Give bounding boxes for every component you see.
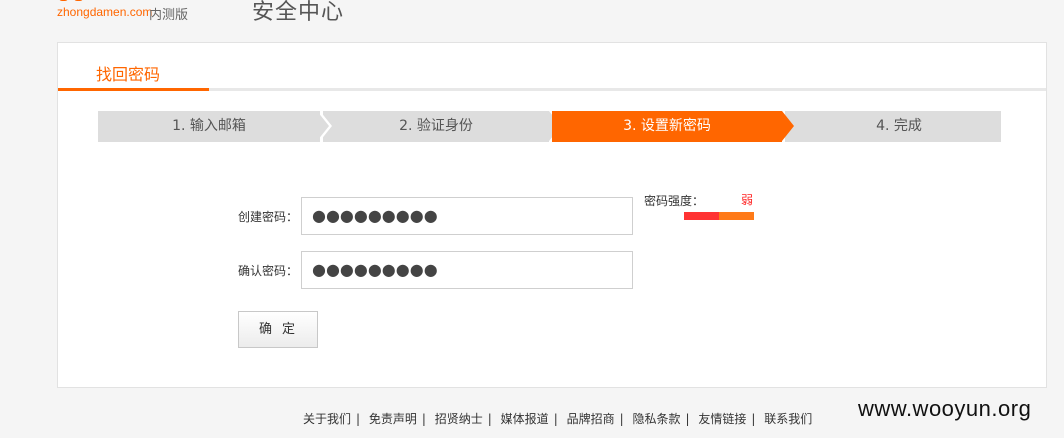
footer-separator: | <box>487 412 492 426</box>
main-panel: 找回密码 1. 输入邮箱 2. 验证身份 3. 设置新密码 4. 完成 创建密码… <box>57 42 1047 388</box>
footer-link-privacy[interactable]: 隐私条款 <box>632 412 680 426</box>
tab-recover-password[interactable]: 找回密码 <box>58 43 209 91</box>
page-title: 安全中心 <box>252 0 345 25</box>
confirm-button[interactable]: 确定 <box>238 311 318 348</box>
step-1: 1. 输入邮箱 <box>98 111 320 142</box>
footer-separator: | <box>751 412 756 426</box>
step-label: 2. 验证身份 <box>399 118 473 134</box>
new-password-field[interactable]: ●●●●●●●●● <box>301 197 633 235</box>
new-password-label: 创建密码： <box>238 210 299 224</box>
confirm-password-label: 确认密码： <box>238 264 299 278</box>
step-progress: 1. 输入邮箱 2. 验证身份 3. 设置新密码 4. 完成 <box>98 111 1001 142</box>
footer-link-disclaimer[interactable]: 免责声明 <box>369 412 417 426</box>
tab-bar: 找回密码 <box>58 43 1046 91</box>
footer-link-brand[interactable]: 品牌招商 <box>567 412 615 426</box>
strength-label: 密码强度： <box>644 194 705 208</box>
step-label: 1. 输入邮箱 <box>172 118 246 134</box>
logo-domain: zhongdamen.com <box>57 5 153 19</box>
watermark: www.wooyun.org <box>858 396 1032 421</box>
step-arrow-active <box>782 111 794 141</box>
footer-separator: | <box>356 412 361 426</box>
confirm-password-field[interactable]: ●●●●●●●●● <box>301 251 633 289</box>
strength-value: 弱 <box>741 193 754 207</box>
footer-link-about[interactable]: 关于我们 <box>303 412 351 426</box>
footer-separator: | <box>421 412 426 426</box>
step-arrow <box>317 111 329 141</box>
site-header: zhongdamen.com 内测版 安全中心 <box>0 0 1064 40</box>
step-label: 4. 完成 <box>876 118 922 134</box>
footer-link-media[interactable]: 媒体报道 <box>501 412 549 426</box>
strength-meter <box>684 212 754 220</box>
footer-link-careers[interactable]: 招贤纳士 <box>435 412 483 426</box>
footer-link-contact[interactable]: 联系我们 <box>764 412 812 426</box>
step-3-active: 3. 设置新密码 <box>552 111 782 142</box>
step-4: 4. 完成 <box>785 111 1001 142</box>
footer-link-friends[interactable]: 友情链接 <box>698 412 746 426</box>
footer-separator: | <box>619 412 624 426</box>
step-2: 2. 验证身份 <box>323 111 549 142</box>
logo-beta-badge: 内测版 <box>149 8 189 23</box>
tab-label: 找回密码 <box>96 65 161 84</box>
step-label: 3. 设置新密码 <box>623 118 711 134</box>
footer-separator: | <box>553 412 558 426</box>
strength-meter-fill <box>684 212 719 220</box>
footer-links: 关于我们 | 免责声明 | 招贤纳士 | 媒体报道 | 品牌招商 | 隐私条款 | 友情链接… <box>303 410 812 427</box>
footer-separator: | <box>685 412 690 426</box>
